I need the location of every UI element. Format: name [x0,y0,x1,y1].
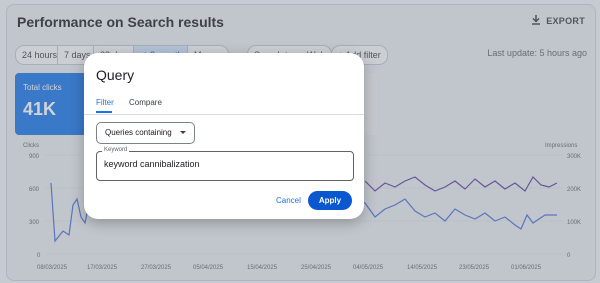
caret-down-icon [179,131,186,134]
query-condition-dropdown[interactable]: Queries containing [96,122,195,144]
cancel-button[interactable]: Cancel [276,196,301,205]
dropdown-value: Queries containing [105,128,172,137]
tab-filter[interactable]: Filter [96,98,114,107]
keyword-field[interactable]: Keyword [96,147,354,181]
dialog-title: Query [96,67,135,83]
active-tab-indicator [96,111,112,113]
keyword-input[interactable] [104,159,344,169]
apply-button[interactable]: Apply [308,191,352,210]
tab-divider [84,114,364,115]
query-filter-dialog: Query Filter Compare Queries containing … [84,53,364,219]
keyword-field-label: Keyword [102,147,130,153]
tab-compare[interactable]: Compare [129,98,162,107]
